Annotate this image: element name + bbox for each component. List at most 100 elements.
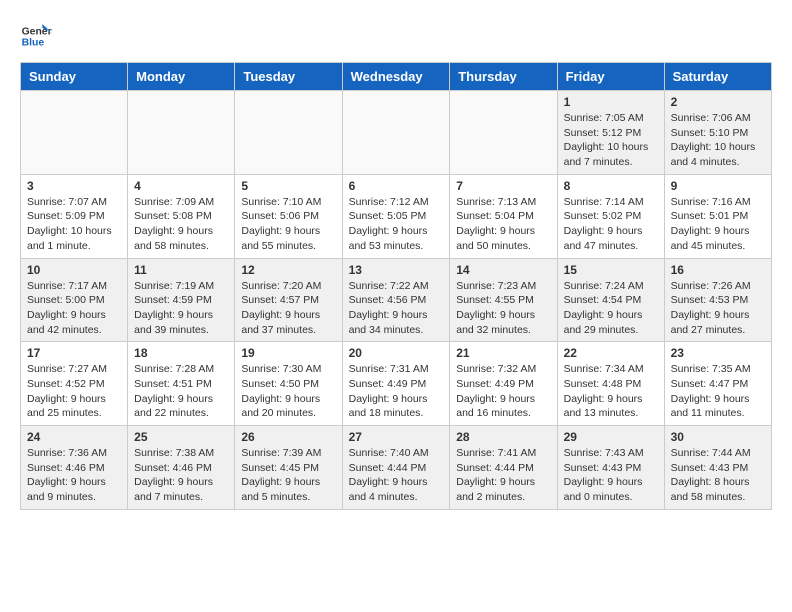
day-number: 16 <box>671 263 765 277</box>
calendar-cell: 30 Sunrise: 7:44 AM Sunset: 4:43 PM Dayli… <box>664 426 771 510</box>
calendar-table: SundayMondayTuesdayWednesdayThursdayFrid… <box>20 62 772 510</box>
calendar-cell: 10 Sunrise: 7:17 AM Sunset: 5:00 PM Dayli… <box>21 258 128 342</box>
day-number: 13 <box>349 263 444 277</box>
weekday-header-saturday: Saturday <box>664 63 771 91</box>
day-number: 7 <box>456 179 550 193</box>
day-number: 4 <box>134 179 228 193</box>
day-number: 27 <box>349 430 444 444</box>
day-number: 26 <box>241 430 335 444</box>
calendar-cell: 21 Sunrise: 7:32 AM Sunset: 4:49 PM Dayli… <box>450 342 557 426</box>
weekday-header-sunday: Sunday <box>21 63 128 91</box>
calendar-cell: 22Sunrise: 7:34 AM Sunset: 4:48 PM Dayli… <box>557 342 664 426</box>
weekday-header-wednesday: Wednesday <box>342 63 450 91</box>
day-number: 17 <box>27 346 121 360</box>
logo-icon: General Blue <box>20 20 52 52</box>
calendar-cell: 6 Sunrise: 7:12 AM Sunset: 5:05 PM Daylig… <box>342 174 450 258</box>
day-number: 3 <box>27 179 121 193</box>
day-info: Sunrise: 7:43 AM Sunset: 4:43 PM Dayligh… <box>564 446 658 505</box>
calendar-cell: 23 Sunrise: 7:35 AM Sunset: 4:47 PM Dayli… <box>664 342 771 426</box>
calendar-cell: 3Sunrise: 7:07 AM Sunset: 5:09 PM Daylig… <box>21 174 128 258</box>
day-info: Sunrise: 7:05 AM Sunset: 5:12 PM Dayligh… <box>564 111 658 170</box>
day-number: 12 <box>241 263 335 277</box>
day-number: 11 <box>134 263 228 277</box>
weekday-header-monday: Monday <box>128 63 235 91</box>
day-info: Sunrise: 7:09 AM Sunset: 5:08 PM Dayligh… <box>134 195 228 254</box>
calendar-cell <box>342 91 450 175</box>
day-info: Sunrise: 7:32 AM Sunset: 4:49 PM Dayligh… <box>456 362 550 421</box>
day-number: 6 <box>349 179 444 193</box>
calendar-cell <box>450 91 557 175</box>
day-info: Sunrise: 7:19 AM Sunset: 4:59 PM Dayligh… <box>134 279 228 338</box>
logo: General Blue <box>20 20 52 52</box>
day-info: Sunrise: 7:28 AM Sunset: 4:51 PM Dayligh… <box>134 362 228 421</box>
calendar-week-row: 17 Sunrise: 7:27 AM Sunset: 4:52 PM Dayli… <box>21 342 772 426</box>
day-number: 29 <box>564 430 658 444</box>
calendar-cell <box>128 91 235 175</box>
day-number: 1 <box>564 95 658 109</box>
day-number: 14 <box>456 263 550 277</box>
calendar-cell <box>21 91 128 175</box>
calendar-cell: 8 Sunrise: 7:14 AM Sunset: 5:02 PM Daylig… <box>557 174 664 258</box>
day-number: 28 <box>456 430 550 444</box>
calendar-week-row: 3Sunrise: 7:07 AM Sunset: 5:09 PM Daylig… <box>21 174 772 258</box>
page-header: General Blue <box>20 20 772 52</box>
day-info: Sunrise: 7:36 AM Sunset: 4:46 PM Dayligh… <box>27 446 121 505</box>
day-number: 10 <box>27 263 121 277</box>
calendar-cell: 28 Sunrise: 7:41 AM Sunset: 4:44 PM Dayli… <box>450 426 557 510</box>
calendar-cell: 27 Sunrise: 7:40 AM Sunset: 4:44 PM Dayli… <box>342 426 450 510</box>
weekday-header-friday: Friday <box>557 63 664 91</box>
day-info: Sunrise: 7:41 AM Sunset: 4:44 PM Dayligh… <box>456 446 550 505</box>
day-info: Sunrise: 7:23 AM Sunset: 4:55 PM Dayligh… <box>456 279 550 338</box>
calendar-cell: 9Sunrise: 7:16 AM Sunset: 5:01 PM Daylig… <box>664 174 771 258</box>
day-number: 20 <box>349 346 444 360</box>
day-info: Sunrise: 7:12 AM Sunset: 5:05 PM Dayligh… <box>349 195 444 254</box>
calendar-week-row: 24 Sunrise: 7:36 AM Sunset: 4:46 PM Dayli… <box>21 426 772 510</box>
svg-text:General: General <box>22 26 52 37</box>
calendar-cell: 19 Sunrise: 7:30 AM Sunset: 4:50 PM Dayli… <box>235 342 342 426</box>
day-info: Sunrise: 7:30 AM Sunset: 4:50 PM Dayligh… <box>241 362 335 421</box>
day-info: Sunrise: 7:34 AM Sunset: 4:48 PM Dayligh… <box>564 362 658 421</box>
day-number: 9 <box>671 179 765 193</box>
calendar-cell: 5Sunrise: 7:10 AM Sunset: 5:06 PM Daylig… <box>235 174 342 258</box>
day-number: 23 <box>671 346 765 360</box>
day-info: Sunrise: 7:06 AM Sunset: 5:10 PM Dayligh… <box>671 111 765 170</box>
day-info: Sunrise: 7:14 AM Sunset: 5:02 PM Dayligh… <box>564 195 658 254</box>
day-info: Sunrise: 7:40 AM Sunset: 4:44 PM Dayligh… <box>349 446 444 505</box>
calendar-cell: 7 Sunrise: 7:13 AM Sunset: 5:04 PM Daylig… <box>450 174 557 258</box>
calendar-cell <box>235 91 342 175</box>
calendar-cell: 25 Sunrise: 7:38 AM Sunset: 4:46 PM Dayli… <box>128 426 235 510</box>
day-number: 19 <box>241 346 335 360</box>
day-number: 21 <box>456 346 550 360</box>
calendar-cell: 14 Sunrise: 7:23 AM Sunset: 4:55 PM Dayli… <box>450 258 557 342</box>
weekday-header-row: SundayMondayTuesdayWednesdayThursdayFrid… <box>21 63 772 91</box>
day-info: Sunrise: 7:35 AM Sunset: 4:47 PM Dayligh… <box>671 362 765 421</box>
calendar-cell: 17 Sunrise: 7:27 AM Sunset: 4:52 PM Dayli… <box>21 342 128 426</box>
calendar-cell: 24 Sunrise: 7:36 AM Sunset: 4:46 PM Dayli… <box>21 426 128 510</box>
calendar-cell: 13 Sunrise: 7:22 AM Sunset: 4:56 PM Dayli… <box>342 258 450 342</box>
day-info: Sunrise: 7:39 AM Sunset: 4:45 PM Dayligh… <box>241 446 335 505</box>
calendar-cell: 11 Sunrise: 7:19 AM Sunset: 4:59 PM Dayli… <box>128 258 235 342</box>
day-info: Sunrise: 7:38 AM Sunset: 4:46 PM Dayligh… <box>134 446 228 505</box>
day-info: Sunrise: 7:31 AM Sunset: 4:49 PM Dayligh… <box>349 362 444 421</box>
calendar-cell: 26 Sunrise: 7:39 AM Sunset: 4:45 PM Dayli… <box>235 426 342 510</box>
day-number: 25 <box>134 430 228 444</box>
day-info: Sunrise: 7:13 AM Sunset: 5:04 PM Dayligh… <box>456 195 550 254</box>
calendar-cell: 20 Sunrise: 7:31 AM Sunset: 4:49 PM Dayli… <box>342 342 450 426</box>
day-info: Sunrise: 7:20 AM Sunset: 4:57 PM Dayligh… <box>241 279 335 338</box>
day-info: Sunrise: 7:22 AM Sunset: 4:56 PM Dayligh… <box>349 279 444 338</box>
weekday-header-thursday: Thursday <box>450 63 557 91</box>
day-number: 18 <box>134 346 228 360</box>
day-info: Sunrise: 7:17 AM Sunset: 5:00 PM Dayligh… <box>27 279 121 338</box>
calendar-cell: 2 Sunrise: 7:06 AM Sunset: 5:10 PM Daylig… <box>664 91 771 175</box>
day-number: 24 <box>27 430 121 444</box>
day-info: Sunrise: 7:27 AM Sunset: 4:52 PM Dayligh… <box>27 362 121 421</box>
day-number: 8 <box>564 179 658 193</box>
calendar-cell: 15Sunrise: 7:24 AM Sunset: 4:54 PM Dayli… <box>557 258 664 342</box>
day-number: 2 <box>671 95 765 109</box>
svg-text:Blue: Blue <box>22 38 45 49</box>
calendar-cell: 4 Sunrise: 7:09 AM Sunset: 5:08 PM Daylig… <box>128 174 235 258</box>
day-number: 30 <box>671 430 765 444</box>
day-info: Sunrise: 7:44 AM Sunset: 4:43 PM Dayligh… <box>671 446 765 505</box>
weekday-header-tuesday: Tuesday <box>235 63 342 91</box>
day-info: Sunrise: 7:10 AM Sunset: 5:06 PM Dayligh… <box>241 195 335 254</box>
